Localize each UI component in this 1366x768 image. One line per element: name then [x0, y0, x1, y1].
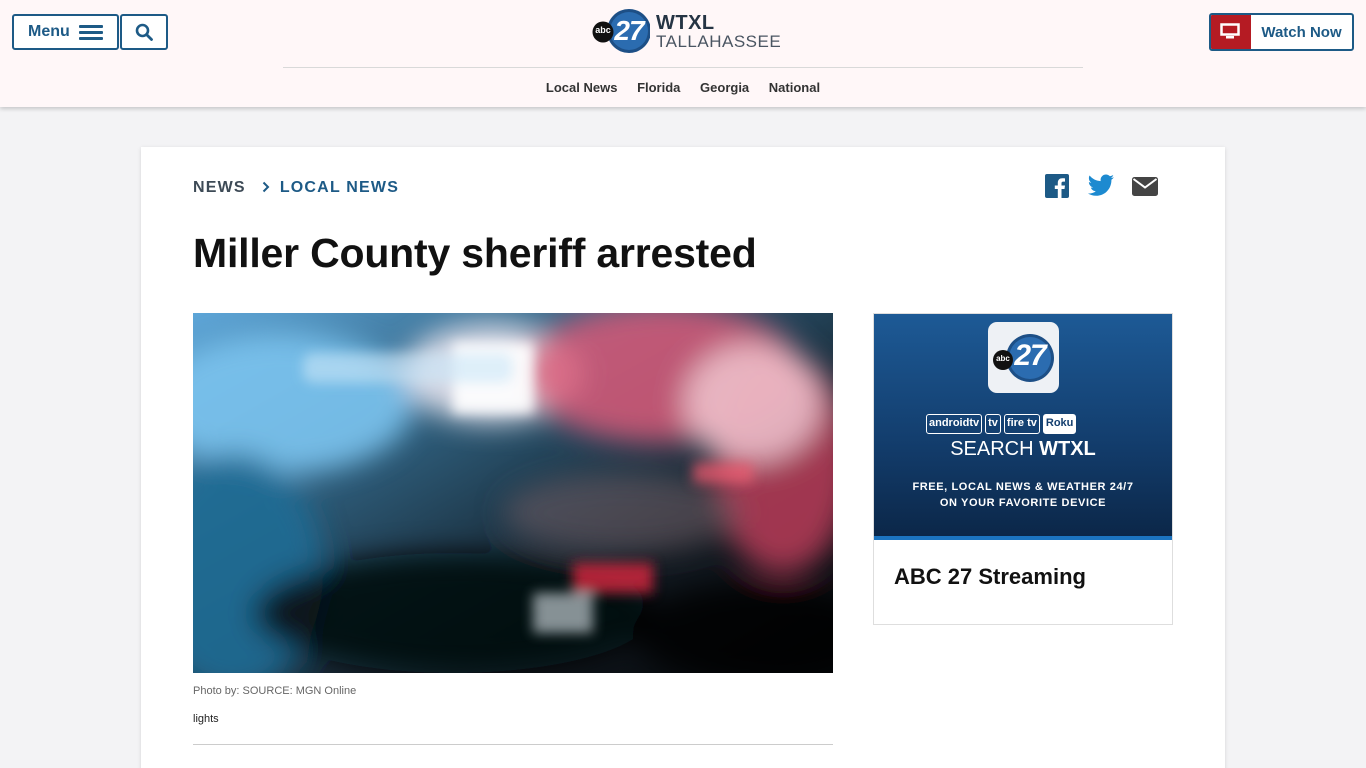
- menu-label: Menu: [28, 23, 70, 40]
- nav-georgia[interactable]: Georgia: [700, 80, 749, 95]
- promo-logo-number: 27: [1014, 339, 1046, 372]
- androidtv-logo: androidtv: [926, 414, 983, 434]
- primary-nav: Local News Florida Georgia National: [0, 80, 1366, 95]
- nav-national[interactable]: National: [769, 80, 820, 95]
- photo-caption: lights: [193, 713, 219, 725]
- logo-call-sign: WTXL: [656, 11, 715, 34]
- article-headline: Miller County sheriff arrested: [193, 230, 757, 276]
- article-card: NEWS LOCAL NEWS Miller County sheriff ar…: [141, 147, 1225, 768]
- breadcrumb: NEWS LOCAL NEWS: [193, 179, 399, 197]
- watch-now-button[interactable]: Watch Now: [1209, 13, 1354, 51]
- free-news-text: FREE, LOCAL NEWS & WEATHER 24/7 ON YOUR …: [874, 479, 1172, 511]
- tv-icon: [1211, 15, 1251, 49]
- station-logo[interactable]: abc 27 WTXL TALLAHASSEE: [592, 8, 782, 54]
- nav-florida[interactable]: Florida: [637, 80, 680, 95]
- abc27-logo-mark: abc 27: [592, 8, 651, 54]
- search-button[interactable]: [120, 14, 168, 50]
- appletv-logo: tv: [985, 414, 1001, 434]
- article-divider: [193, 744, 833, 745]
- free-line-1: FREE, LOCAL NEWS & WEATHER 24/7: [912, 481, 1134, 493]
- police-lights-image: [193, 313, 833, 673]
- site-header: Menu abc 27 WTXL TALLAHASSEE Local News …: [0, 0, 1366, 107]
- twitter-icon[interactable]: [1087, 174, 1115, 198]
- search-brand: WTXL: [1039, 438, 1096, 460]
- article-photo[interactable]: [193, 313, 833, 673]
- breadcrumb-news[interactable]: NEWS: [193, 179, 246, 197]
- promo-accent-bar: [874, 536, 1172, 540]
- email-icon[interactable]: [1132, 174, 1158, 198]
- streaming-promo-image: abc 27 androidtv tv fire tv Roku SEARCH …: [874, 314, 1172, 540]
- chevron-right-icon: [262, 180, 270, 197]
- watch-now-label: Watch Now: [1261, 23, 1342, 41]
- facebook-icon[interactable]: [1045, 174, 1069, 198]
- streaming-promo-card[interactable]: abc 27 androidtv tv fire tv Roku SEARCH …: [873, 313, 1173, 625]
- search-wtxl-text: SEARCH WTXL: [874, 438, 1172, 461]
- firetv-logo: fire tv: [1003, 414, 1040, 434]
- nav-local-news[interactable]: Local News: [546, 80, 618, 95]
- search-icon: [135, 23, 153, 41]
- promo-title[interactable]: ABC 27 Streaming: [894, 564, 1086, 590]
- breadcrumb-local-news[interactable]: LOCAL NEWS: [280, 179, 399, 197]
- abc27-logo-icon: abc 27: [988, 322, 1059, 393]
- menu-button[interactable]: Menu: [12, 14, 119, 50]
- search-prefix: SEARCH: [950, 438, 1040, 460]
- logo-city: TALLAHASSEE: [656, 31, 782, 51]
- logo-number: 27: [614, 15, 644, 46]
- device-logos: androidtv tv fire tv Roku: [926, 414, 1118, 434]
- header-divider: [283, 67, 1083, 68]
- photo-credit: Photo by: SOURCE: MGN Online: [193, 685, 357, 697]
- roku-logo: Roku: [1042, 414, 1077, 434]
- free-line-2: ON YOUR FAVORITE DEVICE: [939, 497, 1107, 509]
- hamburger-icon: [79, 25, 103, 41]
